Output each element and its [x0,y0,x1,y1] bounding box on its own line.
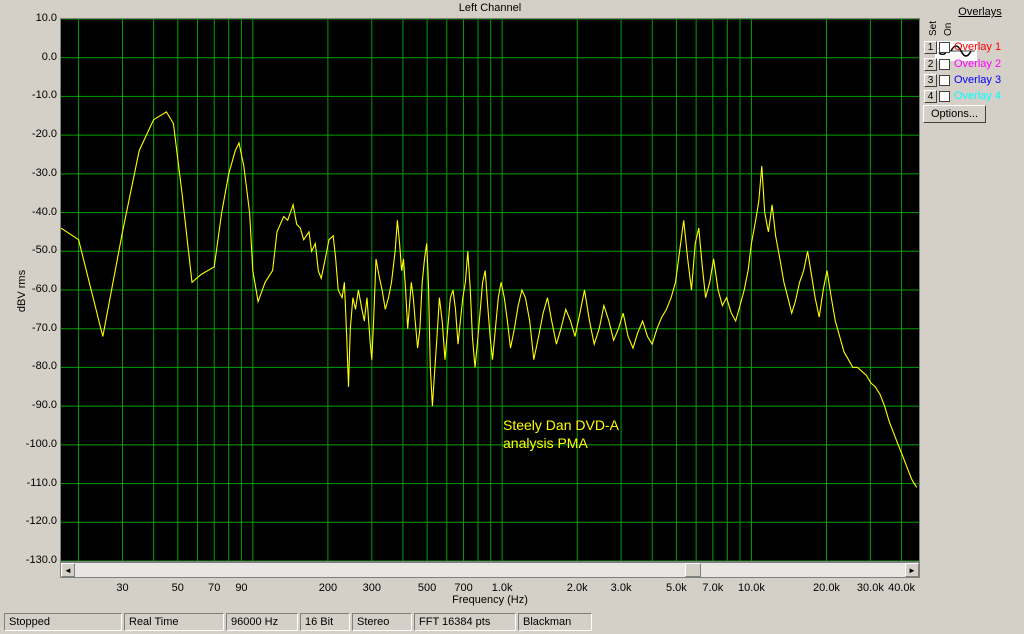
status-cell: Stopped [4,613,122,631]
x-axis-label: Frequency (Hz) [452,594,528,606]
x-tick-label: 2.0k [566,582,588,594]
y-tick-label: -110.0 [26,476,57,489]
overlay-set-button[interactable]: 1 [924,40,937,54]
x-tick-label: 7.0k [702,582,724,594]
status-cell: Real Time [124,613,224,631]
x-tick-label: 500 [417,582,437,594]
overlays-title: Overlays [958,6,1002,18]
overlay-row-2: 2 Overlay 2 [924,56,1001,72]
annotation-line-2: analysis PMA [503,435,588,451]
horizontal-scrollbar[interactable]: ◄ ► [60,562,920,578]
overlay-set-button[interactable]: 2 [924,57,937,71]
x-tick-label: 200 [318,582,338,594]
chart-title: Left Channel [458,2,522,14]
overlay-row-1: 1 Overlay 1 [924,39,1001,55]
scroll-left-button[interactable]: ◄ [61,563,75,577]
status-cell: Blackman [518,613,592,631]
right-arrow-icon: ► [908,565,916,575]
left-arrow-icon: ◄ [64,565,72,575]
overlay-label: Overlay 3 [954,74,1002,86]
status-cell: 96000 Hz [226,613,298,631]
overlay-on-checkbox[interactable] [939,58,950,70]
plot-svg [61,19,919,561]
y-tick-label: -60.0 [31,283,57,295]
annotation-line-1: Steely Dan DVD-A [503,417,619,433]
x-tick-label: 3.0k [610,582,632,594]
y-tick-label: -50.0 [31,244,57,257]
x-tick-label: 90 [235,582,248,594]
x-tick-label: 300 [362,582,381,594]
plot-area: S Steely Dan DVD-A analysis PMA [60,18,977,562]
overlay-on-checkbox[interactable] [939,41,950,53]
status-bar: Stopped Real Time 96000 Hz 16 Bit Stereo FFT … [0,611,1024,634]
x-tick-label: 70 [208,582,221,594]
x-tick-label: 30 [116,582,129,594]
y-tick-label: 0.0 [41,50,57,63]
overlays-on-header: On [943,22,954,36]
y-tick-label: -20.0 [31,128,57,141]
y-tick-label: 10.0 [35,12,57,24]
x-tick-label: 50 [171,582,184,594]
y-tick-label: -10.0 [31,89,57,102]
y-tick-label: -120.0 [25,515,57,528]
scroll-right-button[interactable]: ► [905,563,919,577]
series-line [61,111,918,488]
options-button[interactable]: Options... [923,105,986,123]
overlay-label: Overlay 1 [954,41,1002,53]
overlay-row-3: 3 Overlay 3 [924,72,1001,88]
y-tick-label: -130.0 [25,554,57,566]
overlay-on-checkbox[interactable] [939,74,950,86]
overlays-set-header: Set [928,20,939,36]
status-cell: Stereo [352,613,412,631]
chart-annotation: Steely Dan DVD-A analysis PMA [503,416,619,452]
status-cell: FFT 16384 pts [414,613,516,631]
y-tick-label: -100.0 [25,437,57,450]
y-tick-label: -70.0 [31,321,57,334]
overlay-on-checkbox[interactable] [939,90,950,102]
x-tick-label: 5.0k [665,582,687,594]
x-tick-label: 20.0k [813,582,840,594]
status-cell: 16 Bit [300,613,350,631]
y-tick-label: -80.0 [31,360,57,373]
overlay-row-4: 4 Overlay 4 [924,88,1001,104]
y-axis-label: dBV rms [16,269,28,313]
overlay-label: Overlay 2 [954,58,1002,70]
x-tick-label: 700 [454,582,473,594]
overlay-label: Overlay 4 [954,90,1002,102]
overlay-set-button[interactable]: 4 [924,89,937,103]
x-tick-label: 40.0k [888,582,915,594]
y-tick-label: -30.0 [31,166,57,179]
x-tick-label: 10.0k [737,582,765,594]
x-tick-label: 1.0k [491,582,513,594]
scroll-thumb[interactable] [685,563,701,577]
x-tick-label: 30.0k [856,582,884,594]
y-tick-label: -90.0 [31,399,57,412]
overlay-set-button[interactable]: 3 [924,73,937,87]
y-tick-label: -40.0 [31,205,57,218]
